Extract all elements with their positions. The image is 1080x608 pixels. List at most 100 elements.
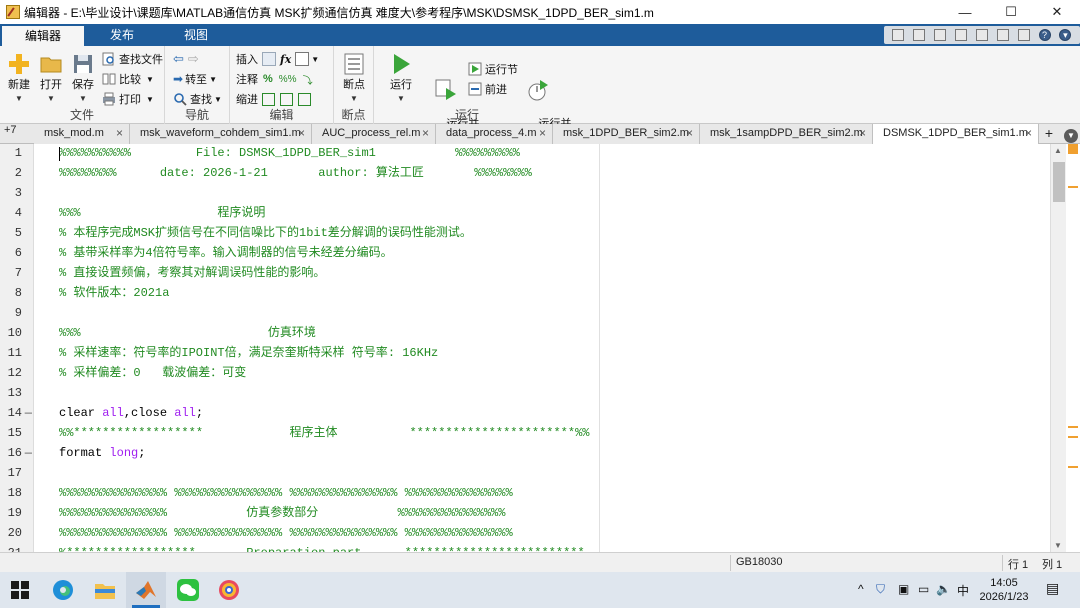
wechat-icon[interactable] (176, 578, 200, 602)
line-number[interactable]: 19 (0, 504, 34, 524)
forward-arrow-icon[interactable]: ⇨ (188, 51, 199, 67)
vertical-scrollbar[interactable]: ▲ ▼ (1050, 144, 1066, 552)
line-number[interactable]: 1 (0, 144, 34, 164)
system-clock[interactable]: 14:05 2026/1/23 (978, 576, 1030, 604)
code-line[interactable]: % 软件版本：2021a (59, 284, 169, 304)
decrease-indent-icon[interactable] (298, 92, 311, 106)
open-button[interactable]: 打开 ▼ (34, 50, 68, 105)
doc-tab-msk-waveform[interactable]: msk_waveform_cohdem_sim1.m × (130, 124, 312, 144)
code-line[interactable]: % 基带采样率为4倍符号率。输入调制器的信号未经差分编码。 (59, 244, 393, 264)
tab-editor[interactable]: 编辑器 (2, 24, 84, 46)
code-line[interactable]: % 采样偏差：0 载波偏差：可变 (59, 364, 246, 384)
line-number[interactable]: 14— (0, 404, 34, 424)
close-window-button[interactable]: ✕ (1034, 0, 1080, 24)
doc-tab-msk-1samp-sim2[interactable]: msk_1sampDPD_BER_sim2.m × (700, 124, 873, 144)
line-number[interactable]: 5 (0, 224, 34, 244)
colorful-app-icon[interactable] (217, 578, 241, 602)
paste-quick-icon[interactable] (955, 29, 968, 41)
close-tab-icon[interactable]: × (686, 124, 693, 143)
input-method-indicator[interactable]: 中 (957, 582, 969, 599)
doc-tab-dsmsk-active[interactable]: DSMSK_1DPD_BER_sim1.m × (873, 124, 1039, 145)
line-number[interactable]: 13 (0, 384, 34, 404)
code-line[interactable]: % 本程序完成MSK扩频信号在不同信噪比下的1bit差分解调的误码性能测试。 (59, 224, 472, 244)
quick-menu-icon[interactable]: ▾ (1059, 29, 1072, 41)
fx-icon[interactable]: fx (280, 53, 291, 66)
code-line[interactable]: %%%%%%%%%%%%%%% %%%%%%%%%%%%%%% %%%%%%%%… (59, 524, 513, 544)
line-number[interactable]: 12 (0, 364, 34, 384)
file-explorer-icon[interactable] (93, 578, 117, 602)
windows-start-icon[interactable] (8, 578, 32, 602)
code-line[interactable]: clear all,close all; (59, 404, 203, 424)
help-icon[interactable]: ? (1038, 29, 1051, 41)
comment-percent-icon[interactable]: % (263, 73, 273, 85)
line-number[interactable]: 8 (0, 284, 34, 304)
insert-section-icon[interactable] (262, 52, 276, 66)
save-quick-icon[interactable] (892, 29, 905, 41)
close-tab-icon[interactable]: × (539, 124, 546, 143)
back-forward-buttons[interactable]: ⇦ ⇨ (173, 50, 199, 68)
back-arrow-icon[interactable]: ⇦ (173, 51, 184, 67)
line-number[interactable]: 3 (0, 184, 34, 204)
run-section-button[interactable]: 运行节 (468, 60, 518, 78)
doc-tab-msk-1dpd-sim2[interactable]: msk_1DPD_BER_sim2.m × (553, 124, 700, 144)
code-line[interactable]: %****************** Preparation part ***… (59, 544, 585, 552)
scroll-down-arrow-icon[interactable]: ▼ (1054, 541, 1062, 550)
code-area[interactable]: %%%%%%%%%% File: DSMSK_1DPD_BER_sim1 %%%… (34, 144, 1050, 552)
close-tab-icon[interactable]: × (1025, 124, 1032, 143)
line-number[interactable]: 7 (0, 264, 34, 284)
new-button[interactable]: 新建 ▼ (2, 50, 36, 105)
matlab-icon[interactable] (134, 578, 158, 602)
doc-tab-msk-mod[interactable]: msk_mod.m × (34, 124, 130, 144)
code-line[interactable]: %%%%%%%%%%%%%%% %%%%%%%%%%%%%%% %%%%%%%%… (59, 484, 513, 504)
compare-button[interactable]: 比较 ▼ (102, 70, 154, 88)
switch-windows-icon[interactable] (1017, 29, 1030, 41)
tab-menu-icon[interactable]: ▼ (1064, 129, 1078, 143)
insert-function-icon[interactable] (295, 52, 310, 66)
goto-button[interactable]: ➡ 转至 ▼ (173, 70, 217, 88)
close-tab-icon[interactable]: × (298, 124, 305, 143)
code-line[interactable]: %%****************** 程序主体 **************… (59, 424, 589, 444)
code-line[interactable]: % 直接设置频偏，考察其对解调误码性能的影响。 (59, 264, 325, 284)
breakpoints-button[interactable]: 断点 ▼ (337, 50, 371, 105)
doc-tab-data-process[interactable]: data_process_4.m × (436, 124, 553, 144)
line-number[interactable]: 4 (0, 204, 34, 224)
security-shield-icon[interactable]: ⛉ (876, 582, 885, 597)
notification-center-icon[interactable]: ▤ (1046, 580, 1059, 597)
hidden-tabs-indicator[interactable]: +7 (4, 125, 17, 136)
smart-indent-icon[interactable] (262, 92, 275, 106)
copy-quick-icon[interactable] (934, 29, 947, 41)
volume-icon[interactable]: 🔈 (936, 582, 951, 596)
code-line[interactable]: % 采样速率：符号率的IPOINT倍，满足奈奎斯特采样 符号率: 16KHz (59, 344, 438, 364)
breakpoint-dash-marker[interactable]: — (25, 446, 32, 460)
code-editor[interactable]: 1234567891011121314—1516—1718192021 %%%%… (0, 144, 1080, 560)
code-line[interactable]: format long; (59, 444, 145, 464)
warning-marker[interactable] (1068, 466, 1078, 468)
advance-button[interactable]: 前进 (468, 80, 507, 98)
find-files-button[interactable]: 查找文件 (102, 50, 163, 68)
show-hidden-icons-chevron[interactable]: ^ (858, 582, 864, 596)
warning-marker[interactable] (1068, 426, 1078, 428)
run-button[interactable]: 运行 ▼ (384, 50, 418, 105)
redo-quick-icon[interactable] (996, 29, 1009, 41)
cut-quick-icon[interactable] (913, 29, 926, 41)
code-line[interactable]: %%% 程序说明 (59, 204, 265, 224)
line-number[interactable]: 15 (0, 424, 34, 444)
indent-label[interactable]: 缩进 (236, 91, 258, 107)
line-number[interactable]: 17 (0, 464, 34, 484)
clipboard-icon[interactable]: ▣ (898, 582, 909, 596)
save-button[interactable]: 保存 ▼ (66, 50, 100, 105)
line-number[interactable]: 6 (0, 244, 34, 264)
close-tab-icon[interactable]: × (422, 124, 429, 143)
line-number[interactable]: 9 (0, 304, 34, 324)
edge-browser-icon[interactable] (51, 578, 75, 602)
line-number[interactable]: 11 (0, 344, 34, 364)
comment-label[interactable]: 注释 (236, 71, 258, 87)
tab-publish[interactable]: 发布 (84, 24, 160, 46)
close-tab-icon[interactable]: × (859, 124, 866, 143)
line-number[interactable]: 20 (0, 524, 34, 544)
line-number[interactable]: 18 (0, 484, 34, 504)
new-tab-button[interactable]: + (1040, 124, 1058, 144)
maximize-button[interactable]: ☐ (988, 0, 1034, 24)
warning-status-icon[interactable] (1068, 144, 1078, 154)
increase-indent-icon[interactable] (280, 92, 293, 106)
